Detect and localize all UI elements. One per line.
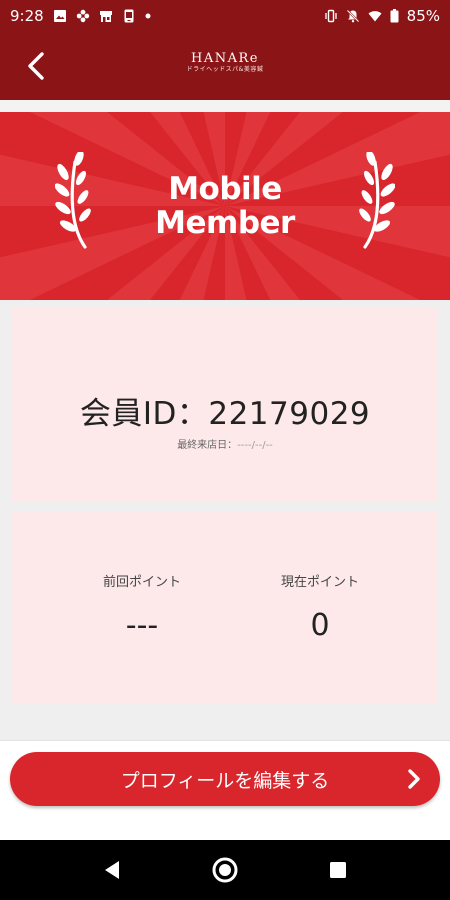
- footer: プロフィールを編集する: [0, 740, 450, 840]
- current-points: 現在ポイント 0: [230, 571, 410, 643]
- battery-percent: 85%: [406, 7, 440, 25]
- status-bar: 9:28 85%: [0, 0, 450, 32]
- status-time: 9:28: [10, 7, 44, 25]
- phone-app-icon: [124, 9, 134, 23]
- nav-recents-button[interactable]: [324, 856, 352, 884]
- member-id-label: 会員ID：: [79, 396, 209, 432]
- member-id: 会員ID：22179029: [12, 388, 438, 433]
- header-gap: [0, 100, 450, 112]
- current-points-value: 0: [310, 608, 330, 643]
- edit-profile-button[interactable]: プロフィールを編集する: [10, 752, 440, 806]
- brand-logo: HANARe ドライヘッドスパ&美容鍼: [0, 52, 450, 74]
- wifi-icon: [368, 11, 382, 22]
- banner-title-line2: Member: [155, 205, 295, 241]
- last-visit-value: ----/--/--: [237, 440, 273, 451]
- banner-title-line1: Mobile: [168, 171, 282, 207]
- chevron-right-icon: [408, 769, 420, 789]
- previous-points-label: 前回ポイント: [102, 575, 181, 590]
- banner-title: Mobile Member: [0, 172, 450, 240]
- app-header: HANARe ドライヘッドスパ&美容鍼: [0, 32, 450, 100]
- member-id-card: 会員ID：22179029 最終来店日：----/--/--: [12, 308, 438, 501]
- system-nav-bar: [0, 840, 450, 900]
- points-card: 前回ポイント --- 現在ポイント 0: [12, 511, 438, 703]
- settings-flower-icon: [76, 9, 89, 23]
- store-icon: [99, 11, 112, 22]
- member-content: 会員ID：22179029 最終来店日：----/--/-- 前回ポイント --…: [0, 300, 450, 740]
- nav-home-button[interactable]: [211, 856, 239, 884]
- circle-home-icon: [212, 857, 238, 883]
- square-recents-icon: [330, 862, 346, 878]
- last-visit-label: 最終来店日：: [177, 440, 238, 451]
- mute-icon: [346, 9, 359, 23]
- current-points-label: 現在ポイント: [280, 575, 359, 590]
- dot-icon: [145, 13, 151, 19]
- logo-name: HANARe: [191, 51, 259, 66]
- previous-points-value: ---: [125, 608, 159, 643]
- image-icon: [53, 10, 66, 22]
- vibrate-icon: [325, 9, 337, 23]
- edit-profile-label: プロフィールを編集する: [120, 769, 330, 792]
- logo-subtitle: ドライヘッドスパ&美容鍼: [186, 66, 264, 73]
- triangle-back-icon: [105, 861, 119, 879]
- last-visit: 最終来店日：----/--/--: [12, 436, 438, 451]
- battery-icon: [390, 9, 399, 23]
- mobile-member-banner: Mobile Member: [0, 112, 450, 300]
- previous-points: 前回ポイント ---: [52, 571, 232, 643]
- member-id-value: 22179029: [208, 396, 371, 432]
- nav-back-button[interactable]: [98, 856, 126, 884]
